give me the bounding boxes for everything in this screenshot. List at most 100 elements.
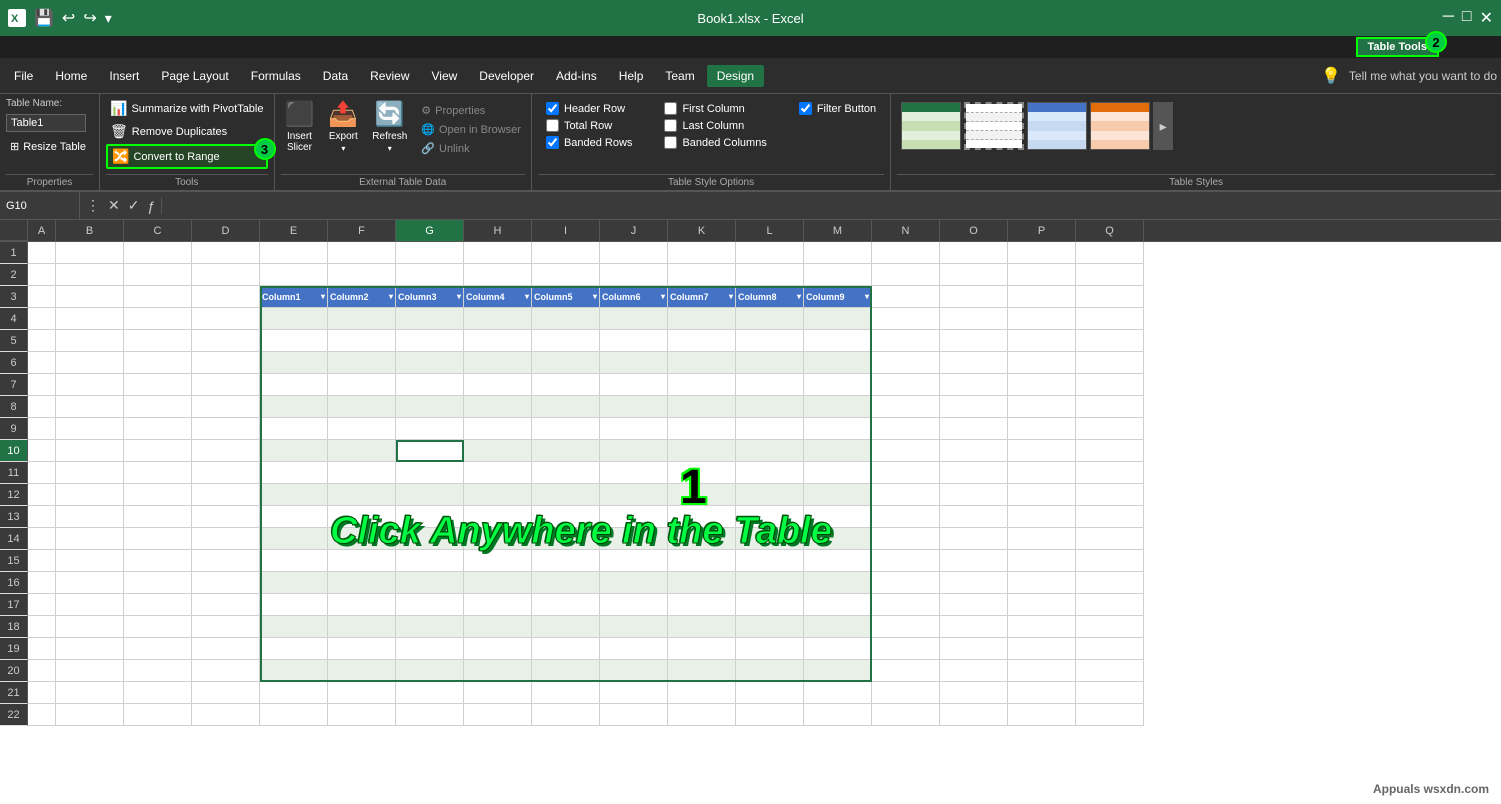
cell-K20[interactable] — [668, 660, 736, 682]
cell-J3[interactable]: Column6▾ — [600, 286, 668, 308]
cell-E10[interactable] — [260, 440, 328, 462]
cell-F3[interactable]: Column2▾ — [328, 286, 396, 308]
cell-D1[interactable] — [192, 242, 260, 264]
cell-H9[interactable] — [464, 418, 532, 440]
col-header-P[interactable]: P — [1008, 220, 1076, 241]
cell-E14[interactable] — [260, 528, 328, 550]
cell-Q17[interactable] — [1076, 594, 1144, 616]
cell-H20[interactable] — [464, 660, 532, 682]
menu-file[interactable]: File — [4, 65, 43, 87]
cell-M22[interactable] — [804, 704, 872, 726]
cell-D20[interactable] — [192, 660, 260, 682]
cell-A22[interactable] — [28, 704, 56, 726]
cell-G5[interactable] — [396, 330, 464, 352]
cell-B14[interactable] — [56, 528, 124, 550]
cell-G7[interactable] — [396, 374, 464, 396]
table-style-2[interactable] — [964, 102, 1024, 150]
menu-help[interactable]: Help — [609, 65, 654, 87]
cell-O10[interactable] — [940, 440, 1008, 462]
cell-B12[interactable] — [56, 484, 124, 506]
cell-K16[interactable] — [668, 572, 736, 594]
table-style-3[interactable] — [1027, 102, 1087, 150]
cell-F8[interactable] — [328, 396, 396, 418]
cell-G1[interactable] — [396, 242, 464, 264]
cell-F7[interactable] — [328, 374, 396, 396]
cell-G20[interactable] — [396, 660, 464, 682]
cell-L1[interactable] — [736, 242, 804, 264]
cell-A3[interactable] — [28, 286, 56, 308]
cell-H6[interactable] — [464, 352, 532, 374]
row-header-12[interactable]: 12 — [0, 484, 28, 506]
undo-icon[interactable]: ↩ — [62, 8, 75, 28]
cell-K7[interactable] — [668, 374, 736, 396]
col-header-I[interactable]: I — [532, 220, 600, 241]
cell-F14[interactable] — [328, 528, 396, 550]
formula-menu-icon[interactable]: ⋮ — [84, 197, 102, 214]
cell-H14[interactable] — [464, 528, 532, 550]
cell-C19[interactable] — [124, 638, 192, 660]
cell-K14[interactable] — [668, 528, 736, 550]
cell-K21[interactable] — [668, 682, 736, 704]
cell-N14[interactable] — [872, 528, 940, 550]
cell-Q9[interactable] — [1076, 418, 1144, 440]
cell-O2[interactable] — [940, 264, 1008, 286]
close-btn[interactable]: ✕ — [1480, 8, 1493, 28]
row-header-16[interactable]: 16 — [0, 572, 28, 594]
cell-M14[interactable] — [804, 528, 872, 550]
cell-A1[interactable] — [28, 242, 56, 264]
cell-M3[interactable]: Column9▾ — [804, 286, 872, 308]
open-browser-btn[interactable]: 🌐 Open in Browser — [417, 121, 525, 138]
menu-data[interactable]: Data — [313, 65, 358, 87]
cell-Q5[interactable] — [1076, 330, 1144, 352]
cell-E2[interactable] — [260, 264, 328, 286]
banded-cols-input[interactable] — [664, 136, 677, 149]
cell-Q19[interactable] — [1076, 638, 1144, 660]
cell-J10[interactable] — [600, 440, 668, 462]
col-header-Q[interactable]: Q — [1076, 220, 1144, 241]
cell-D17[interactable] — [192, 594, 260, 616]
cell-B22[interactable] — [56, 704, 124, 726]
cell-D15[interactable] — [192, 550, 260, 572]
cell-L11[interactable] — [736, 462, 804, 484]
cell-K1[interactable] — [668, 242, 736, 264]
cell-L22[interactable] — [736, 704, 804, 726]
cell-Q12[interactable] — [1076, 484, 1144, 506]
cell-I22[interactable] — [532, 704, 600, 726]
first-col-check[interactable]: First Column — [664, 102, 766, 115]
cell-L10[interactable] — [736, 440, 804, 462]
cell-M11[interactable] — [804, 462, 872, 484]
cell-K10[interactable] — [668, 440, 736, 462]
cell-P16[interactable] — [1008, 572, 1076, 594]
cell-D4[interactable] — [192, 308, 260, 330]
cell-B3[interactable] — [56, 286, 124, 308]
cell-A9[interactable] — [28, 418, 56, 440]
cell-J13[interactable] — [600, 506, 668, 528]
cell-C11[interactable] — [124, 462, 192, 484]
cell-Q14[interactable] — [1076, 528, 1144, 550]
row-header-6[interactable]: 6 — [0, 352, 28, 374]
confirm-formula-icon[interactable]: ✓ — [126, 197, 142, 214]
cell-reference[interactable]: G10 — [0, 192, 80, 219]
cell-M8[interactable] — [804, 396, 872, 418]
cell-E16[interactable] — [260, 572, 328, 594]
cell-J18[interactable] — [600, 616, 668, 638]
cell-M2[interactable] — [804, 264, 872, 286]
cell-B16[interactable] — [56, 572, 124, 594]
cell-O14[interactable] — [940, 528, 1008, 550]
cell-G18[interactable] — [396, 616, 464, 638]
menu-insert[interactable]: Insert — [99, 65, 149, 87]
cell-C17[interactable] — [124, 594, 192, 616]
cell-Q3[interactable] — [1076, 286, 1144, 308]
cell-Q10[interactable] — [1076, 440, 1144, 462]
remove-duplicates-btn[interactable]: 🗑 Remove Duplicates — [106, 121, 268, 142]
row-header-3[interactable]: 3 — [0, 286, 28, 308]
cell-O19[interactable] — [940, 638, 1008, 660]
cell-C5[interactable] — [124, 330, 192, 352]
cell-A19[interactable] — [28, 638, 56, 660]
cell-N18[interactable] — [872, 616, 940, 638]
cell-D9[interactable] — [192, 418, 260, 440]
cell-A7[interactable] — [28, 374, 56, 396]
cell-A16[interactable] — [28, 572, 56, 594]
cell-I1[interactable] — [532, 242, 600, 264]
cell-C4[interactable] — [124, 308, 192, 330]
